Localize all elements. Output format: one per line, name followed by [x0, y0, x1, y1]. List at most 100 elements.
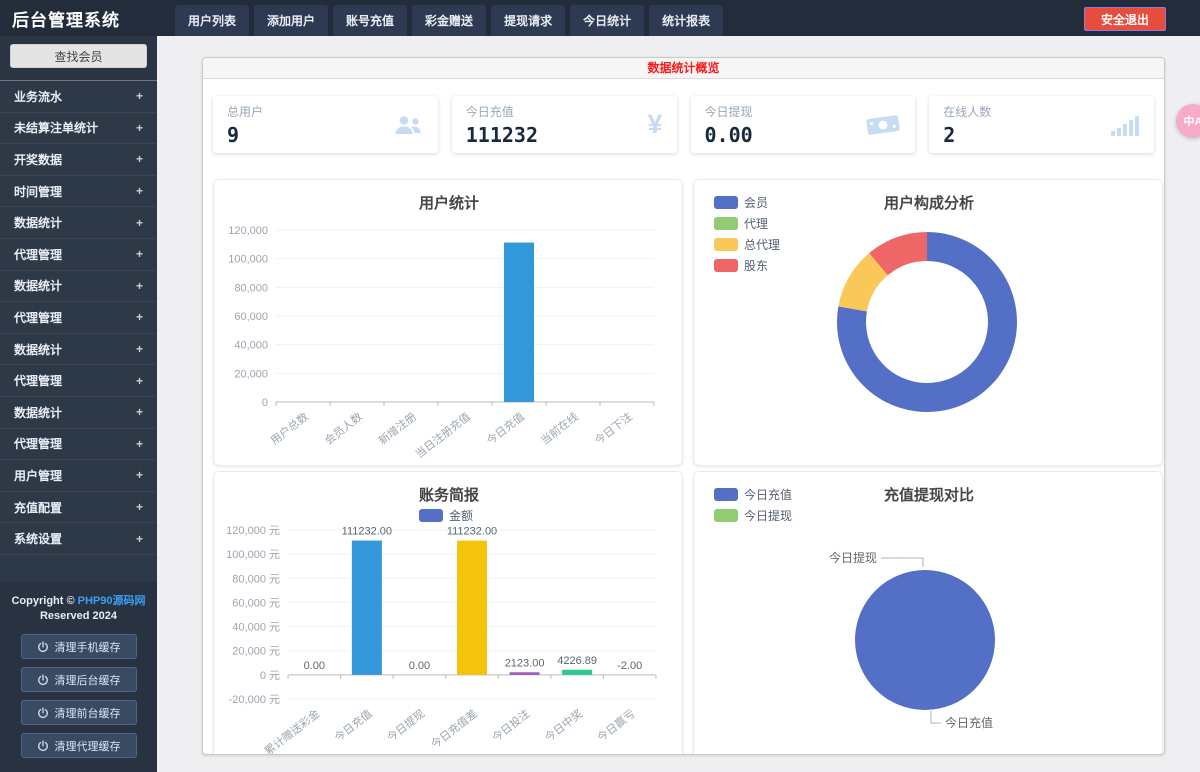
- power-icon: [37, 674, 49, 686]
- stat-card-label: 在线人数: [943, 103, 991, 120]
- sidebar-menu-item-6[interactable]: 数据统计+: [0, 271, 157, 303]
- chart-user-stats: 用户统计020,00040,00060,00080,000100,000120,…: [214, 180, 684, 460]
- expand-plus-icon: +: [136, 152, 143, 166]
- legend-swatch-0: [714, 488, 738, 501]
- sidebar-menu-item-7[interactable]: 代理管理+: [0, 302, 157, 334]
- svg-text:金额: 金额: [449, 508, 473, 523]
- sidebar-menu-item-0[interactable]: 业务流水+: [0, 81, 157, 113]
- svg-text:代理: 代理: [744, 217, 768, 231]
- sidebar-menu-label: 业务流水: [14, 88, 62, 105]
- stat-card-value: 111232: [466, 123, 538, 147]
- svg-text:60,000 元: 60,000 元: [232, 597, 280, 609]
- top-nav-item-5[interactable]: 今日统计: [570, 5, 644, 36]
- cache-button-label: 清理后台缓存: [55, 672, 121, 688]
- top-nav-item-0[interactable]: 用户列表: [175, 5, 249, 36]
- app-root: 后台管理系统 用户列表添加用户账号充值彩金赠送提现请求今日统计统计报表 安全退出…: [0, 0, 1200, 772]
- cache-button-label: 清理手机缓存: [55, 639, 121, 655]
- stat-card-value: 9: [227, 123, 263, 147]
- main-content: 数据统计概览 总用户9今日充值111232¥今日提现0.00在线人数2 用户统计…: [157, 36, 1200, 772]
- logout-button[interactable]: 安全退出: [1084, 7, 1166, 31]
- expand-plus-icon: +: [136, 405, 143, 419]
- sidebar-menu-label: 时间管理: [14, 183, 62, 200]
- stat-cards-row: 总用户9 今日充值 111232 ¥ 今日提现0.00 在线人数 2: [203, 96, 1164, 153]
- sidebar-menu-item-2[interactable]: 开奖数据 +: [0, 144, 157, 176]
- sidebar-footer: Copyright © PHP90源码网 Reserved 2024 清理手机缓…: [0, 582, 157, 772]
- svg-text:今日充值: 今日充值: [744, 487, 792, 502]
- expand-plus-icon: +: [136, 216, 143, 230]
- translate-float-label: 中A: [1184, 113, 1200, 129]
- svg-text:111232.00: 111232.00: [447, 526, 497, 538]
- svg-text:新增注册: 新增注册: [376, 409, 419, 447]
- sidebar-menu-label: 数据统计: [14, 404, 62, 421]
- clear-cache-button-3[interactable]: 清理代理缓存: [21, 733, 137, 758]
- cache-button-label: 清理代理缓存: [55, 738, 121, 754]
- sidebar-menu-item-10[interactable]: 数据统计 +: [0, 397, 157, 429]
- clear-cache-button-2[interactable]: 清理前台缓存: [21, 700, 137, 725]
- sidebar-menu-label: 开奖数据: [14, 151, 62, 168]
- power-icon: [37, 740, 49, 752]
- banknote-icon: [864, 110, 903, 139]
- svg-text:20,000: 20,000: [234, 368, 268, 380]
- sidebar-menu-item-11[interactable]: 代理管理+: [0, 429, 157, 461]
- sidebar-menu-item-5[interactable]: 代理管理+: [0, 239, 157, 271]
- svg-text:0: 0: [262, 397, 268, 409]
- svg-text:用户构成分析: 用户构成分析: [884, 194, 974, 212]
- search-member-button[interactable]: 查找会员: [10, 44, 147, 68]
- stats-panel: 数据统计概览 总用户9今日充值111232¥今日提现0.00在线人数2 用户统计…: [202, 57, 1165, 755]
- copyright-link[interactable]: PHP90源码网: [78, 595, 146, 607]
- svg-text:80,000 元: 80,000 元: [232, 573, 280, 585]
- svg-text:账务简报: 账务简报: [419, 486, 479, 504]
- yen-icon: ¥: [647, 109, 662, 140]
- chart-user-composition: 用户构成分析会员代理总代理股东: [694, 180, 1164, 460]
- stat-card-value: 2: [943, 123, 991, 147]
- expand-plus-icon: +: [136, 342, 143, 356]
- sidebar-menu-item-8[interactable]: 数据统计 +: [0, 334, 157, 366]
- sidebar-menu-item-9[interactable]: 代理管理 +: [0, 365, 157, 397]
- copyright-text: Copyright ©: [11, 595, 74, 607]
- svg-text:今日投注: 今日投注: [489, 706, 532, 744]
- sidebar-menu-item-13[interactable]: 充值配置+: [0, 492, 157, 524]
- svg-text:今日提现: 今日提现: [829, 550, 877, 565]
- expand-plus-icon: +: [136, 247, 143, 261]
- sidebar-menu-item-3[interactable]: 时间管理+: [0, 176, 157, 208]
- stat-card-2: 今日提现0.00: [691, 96, 916, 153]
- top-nav-item-2[interactable]: 账号充值: [333, 5, 407, 36]
- stat-card-meta: 在线人数 2: [943, 103, 991, 147]
- expand-plus-icon: +: [136, 279, 143, 293]
- stat-card-label: 今日充值: [466, 103, 538, 120]
- chart-card-recharge-withdraw: 充值提现对比今日充值今日提现今日提现今日充值: [693, 471, 1163, 755]
- svg-text:20,000 元: 20,000 元: [232, 646, 280, 658]
- svg-text:-20,000 元: -20,000 元: [229, 694, 280, 706]
- expand-plus-icon: +: [136, 374, 143, 388]
- stat-card-value: 0.00: [705, 123, 753, 147]
- svg-text:今日中奖: 今日中奖: [542, 706, 585, 744]
- sidebar-menu-label: 数据统计: [14, 341, 62, 358]
- legend-swatch-1: [714, 509, 738, 522]
- sidebar-menu-label: 用户管理: [14, 467, 62, 484]
- cache-buttons-group: 清理手机缓存清理后台缓存清理前台缓存清理代理缓存: [0, 634, 157, 758]
- clear-cache-button-1[interactable]: 清理后台缓存: [21, 667, 137, 692]
- charts-grid: 用户统计020,00040,00060,00080,000100,000120,…: [203, 179, 1164, 755]
- clear-cache-button-0[interactable]: 清理手机缓存: [21, 634, 137, 659]
- sidebar-menu-item-4[interactable]: 数据统计+: [0, 207, 157, 239]
- top-nav-item-4[interactable]: 提现请求: [491, 5, 565, 36]
- sidebar-menu-label: 代理管理: [14, 372, 62, 389]
- top-nav-item-6[interactable]: 统计报表: [649, 5, 723, 36]
- svg-text:100,000 元: 100,000 元: [226, 549, 280, 561]
- top-nav-item-3[interactable]: 彩金赠送: [412, 5, 486, 36]
- sidebar-menu-item-12[interactable]: 用户管理+: [0, 460, 157, 492]
- svg-text:120,000: 120,000: [228, 225, 268, 237]
- svg-text:当日注册充值: 当日注册充值: [412, 409, 473, 460]
- svg-text:总代理: 总代理: [744, 238, 780, 252]
- sidebar-menu-item-1[interactable]: 未结算注单统计+: [0, 113, 157, 145]
- expand-plus-icon: +: [136, 121, 143, 135]
- sidebar-menu-item-14[interactable]: 系统设置+: [0, 523, 157, 555]
- svg-text:当前在线: 当前在线: [538, 409, 581, 447]
- stat-card-icon-wrap: [1110, 113, 1140, 137]
- top-nav-item-1[interactable]: 添加用户: [254, 5, 328, 36]
- svg-text:0 元: 0 元: [260, 670, 280, 682]
- svg-text:今日充值差: 今日充值差: [428, 706, 480, 751]
- svg-text:120,000 元: 120,000 元: [226, 525, 280, 537]
- svg-text:111232.00: 111232.00: [342, 526, 392, 538]
- stat-card-0: 总用户9: [213, 96, 438, 153]
